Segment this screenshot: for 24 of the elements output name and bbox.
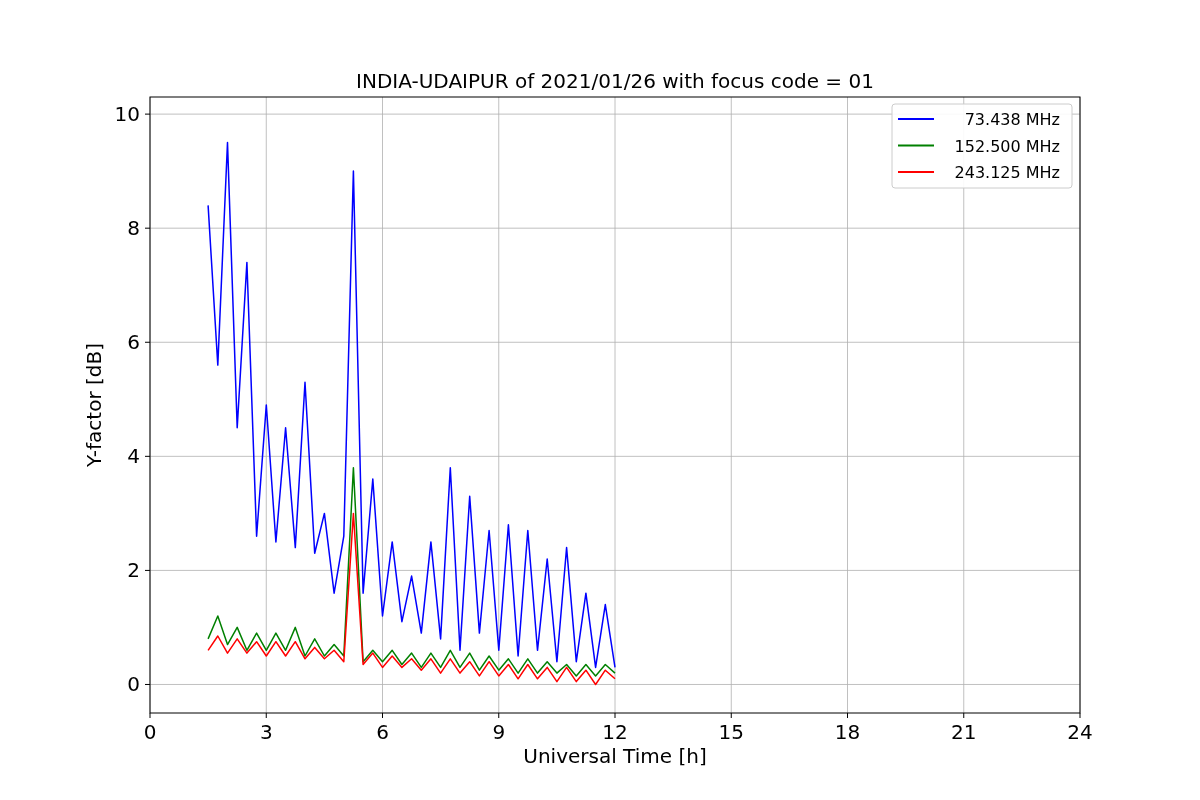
y-tick-label: 10	[114, 102, 140, 127]
y-tick-label: 0	[127, 672, 140, 697]
x-tick-label: 9	[492, 720, 506, 744]
x-tick-label: 12	[602, 720, 628, 744]
legend-line	[897, 118, 935, 120]
legend-label: 243.125 MHz	[954, 163, 1060, 182]
x-tick-label: 15	[718, 720, 744, 744]
y-tick-label: 8	[127, 216, 140, 241]
legend-label: 73.438 MHz	[964, 110, 1060, 129]
x-tick-label: 21	[951, 720, 977, 744]
x-tick-label: 24	[1067, 720, 1093, 744]
y-tick-label: 4	[127, 444, 140, 469]
legend-label: 152.500 MHz	[954, 136, 1060, 156]
y-tick-label: 2	[127, 558, 140, 583]
x-tick-label: 6	[376, 720, 389, 744]
x-tick-label: 18	[834, 720, 861, 744]
legend-line	[897, 171, 935, 173]
x-tick-label: 3	[259, 720, 273, 744]
y-tick-label: 6	[127, 330, 140, 355]
x-axis-label: Universal Time [h]	[523, 744, 707, 768]
y-axis-label: Y-factor [dB]	[82, 343, 106, 467]
x-tick-label: 0	[143, 720, 157, 744]
chart-title: INDIA-UDAIPUR of 2021/01/26 with focus code = 01	[356, 69, 874, 93]
legend-line	[897, 144, 935, 147]
